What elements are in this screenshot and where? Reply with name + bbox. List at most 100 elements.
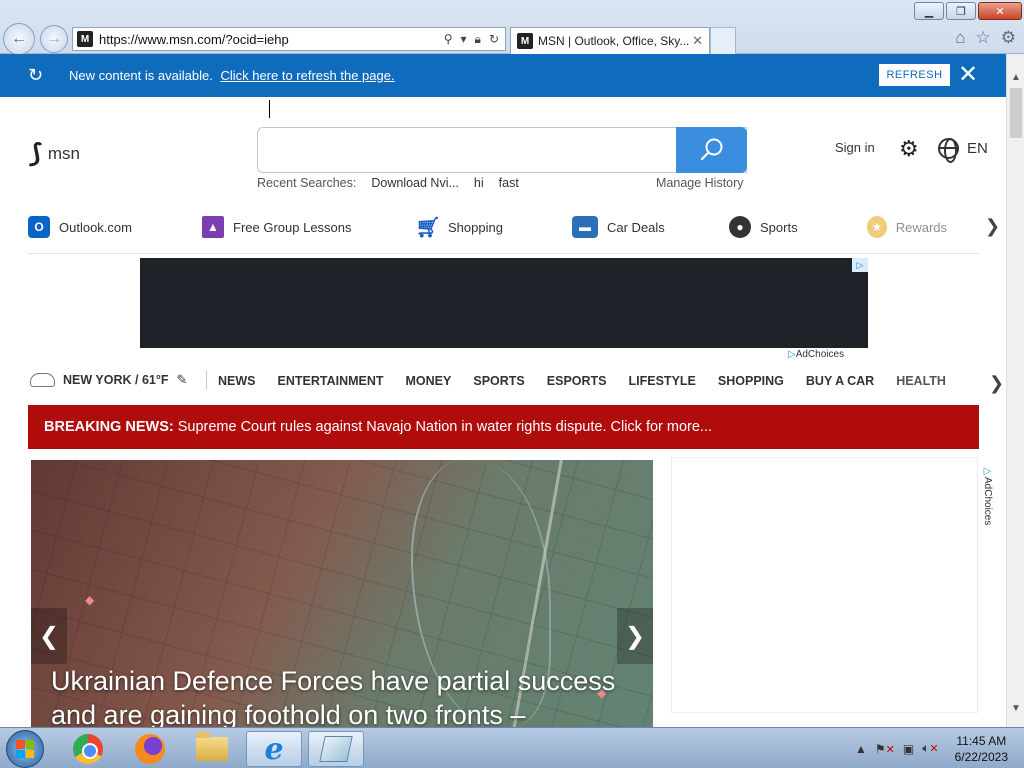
scroll-up-icon[interactable]: ▲ bbox=[1007, 68, 1024, 86]
side-ad-panel[interactable] bbox=[671, 457, 978, 713]
refresh-page-link[interactable]: Click here to refresh the page. bbox=[220, 68, 394, 83]
taskbar-internet-explorer[interactable]: e bbox=[246, 731, 302, 767]
quick-link-free-group-lessons[interactable]: ▲ Free Group Lessons bbox=[202, 216, 417, 238]
edit-pencil-icon[interactable]: ✎ bbox=[176, 372, 187, 388]
weather-widget[interactable]: NEW YORK / 61°F ✎ bbox=[30, 372, 187, 388]
nav-health[interactable]: HEALTH bbox=[896, 374, 946, 388]
breaking-news-label: BREAKING NEWS: bbox=[44, 419, 174, 435]
adchoices-link[interactable]: ▷AdChoices bbox=[788, 349, 844, 360]
nav-lifestyle[interactable]: LIFESTYLE bbox=[629, 374, 696, 388]
quick-link-label: Car Deals bbox=[607, 219, 665, 235]
trophy-icon: ★ bbox=[867, 216, 887, 238]
search-button[interactable] bbox=[676, 127, 747, 173]
flag-icon[interactable]: ⚑✕ bbox=[875, 742, 895, 756]
chrome-icon bbox=[73, 734, 103, 764]
hero-headline[interactable]: Ukrainian Defence Forces have partial su… bbox=[51, 664, 641, 727]
adchoices-badge-icon[interactable]: ▷ bbox=[852, 258, 868, 272]
quick-link-car-deals[interactable]: ▬ Car Deals bbox=[572, 216, 729, 238]
adchoices-icon: ▷ bbox=[982, 466, 993, 477]
adchoices-link[interactable]: ▷AdChoices bbox=[982, 466, 993, 525]
nav-entertainment[interactable]: ENTERTAINMENT bbox=[278, 374, 384, 388]
language-code: EN bbox=[967, 140, 988, 157]
windows-taskbar: e ▲ ⚑✕ ▣ 🔈︎✕ 11:45 AM 6/22/2023 bbox=[0, 727, 1024, 768]
taskbar-firefox[interactable] bbox=[122, 731, 178, 767]
back-button[interactable]: ← bbox=[3, 23, 35, 55]
quick-link-shopping[interactable]: 🛒︎ Shopping bbox=[415, 216, 572, 239]
settings-gear-icon[interactable]: ⚙ bbox=[899, 136, 919, 162]
close-icon[interactable]: ✕ bbox=[958, 60, 978, 89]
show-hidden-icons-icon[interactable]: ▲ bbox=[855, 742, 867, 756]
taskbar-file-explorer[interactable] bbox=[184, 731, 240, 767]
nav-buy-a-car[interactable]: BUY A CAR bbox=[806, 374, 874, 388]
quick-link-sports[interactable]: ● Sports bbox=[729, 216, 867, 238]
lock-icon[interactable]: 🔒︎ bbox=[475, 32, 481, 47]
windows-logo-icon bbox=[16, 740, 34, 758]
manage-history-link[interactable]: Manage History bbox=[656, 176, 744, 190]
nav-shopping[interactable]: SHOPPING bbox=[718, 374, 784, 388]
taskbar-notes[interactable] bbox=[308, 731, 364, 767]
recent-search-item[interactable]: Download Nvi... bbox=[371, 176, 459, 190]
chevron-right-icon[interactable]: ❯ bbox=[985, 216, 1000, 237]
search-icon[interactable]: ⚲ bbox=[444, 32, 453, 47]
msn-logo[interactable]: ⟆ msn bbox=[27, 138, 80, 169]
hero-carousel[interactable]: ◆ ◆ ❮ ❯ Ukrainian Defence Forces have pa… bbox=[31, 460, 653, 727]
volume-muted-icon[interactable]: 🔈︎✕ bbox=[922, 741, 938, 756]
msn-favicon-icon: M bbox=[517, 33, 533, 49]
quick-link-outlook[interactable]: O Outlook.com bbox=[28, 216, 202, 238]
adchoices-icon: ▷ bbox=[788, 349, 796, 360]
nav-news[interactable]: NEWS bbox=[218, 374, 256, 388]
divider bbox=[28, 253, 979, 254]
quick-link-rewards[interactable]: ★ Rewards bbox=[867, 216, 947, 238]
adchoices-text: AdChoices bbox=[982, 477, 993, 526]
refresh-message-text: New content is available. bbox=[69, 68, 213, 83]
home-icon[interactable]: ⌂ bbox=[955, 28, 965, 48]
cloud-icon bbox=[30, 373, 55, 387]
browser-tab-msn[interactable]: M MSN | Outlook, Office, Sky... ✕ bbox=[510, 27, 710, 54]
scroll-down-icon[interactable]: ▼ bbox=[1007, 699, 1024, 717]
browser-tools: ⌂ ☆ ⚙ bbox=[955, 28, 1016, 48]
recent-searches: Recent Searches: Download Nvi... hi fast bbox=[257, 176, 519, 190]
chevron-right-icon[interactable]: ❯ bbox=[989, 373, 1004, 394]
scrollbar-thumb[interactable] bbox=[1010, 88, 1022, 138]
refresh-message: New content is available. Click here to … bbox=[69, 68, 395, 83]
vertical-scrollbar[interactable]: ▲ ▼ bbox=[1006, 54, 1024, 727]
address-url[interactable]: https://www.msn.com/?ocid=iehp bbox=[99, 32, 444, 47]
quick-link-label: Shopping bbox=[448, 219, 503, 235]
carousel-next-button[interactable]: ❯ bbox=[617, 608, 653, 664]
breaking-news-text: Supreme Court rules against Navajo Natio… bbox=[177, 419, 713, 435]
back-arrow-icon: ← bbox=[11, 30, 27, 47]
favorites-star-icon[interactable]: ☆ bbox=[976, 28, 991, 48]
clock[interactable]: 11:45 AM 6/22/2023 bbox=[955, 733, 1008, 765]
minimize-button[interactable]: ▁ bbox=[914, 2, 944, 20]
car-icon: ▬ bbox=[572, 216, 598, 238]
notes-icon bbox=[319, 736, 353, 762]
forward-button[interactable]: → bbox=[40, 25, 68, 53]
recent-search-item[interactable]: hi bbox=[474, 176, 484, 190]
breaking-news-banner[interactable]: BREAKING NEWS: Supreme Court rules again… bbox=[28, 405, 979, 449]
refresh-icon[interactable]: ↻ bbox=[489, 32, 499, 47]
tab-close-icon[interactable]: ✕ bbox=[692, 33, 703, 49]
address-bar[interactable]: M https://www.msn.com/?ocid=iehp ⚲ ▾ 🔒︎ … bbox=[72, 27, 506, 51]
dropdown-icon[interactable]: ▾ bbox=[461, 32, 467, 47]
weather-text: NEW YORK / 61°F bbox=[63, 373, 169, 387]
quick-link-label: Sports bbox=[760, 219, 798, 235]
new-tab-button[interactable] bbox=[710, 27, 736, 54]
nav-sports[interactable]: SPORTS bbox=[473, 374, 524, 388]
ad-banner[interactable]: ▷ bbox=[140, 258, 868, 348]
nav-esports[interactable]: ESPORTS bbox=[547, 374, 607, 388]
carousel-prev-button[interactable]: ❮ bbox=[31, 608, 67, 664]
nav-money[interactable]: MONEY bbox=[406, 374, 452, 388]
recent-search-item[interactable]: fast bbox=[499, 176, 519, 190]
start-button[interactable] bbox=[6, 730, 44, 768]
refresh-button[interactable]: REFRESH bbox=[879, 64, 950, 86]
sign-in-link[interactable]: Sign in bbox=[835, 140, 875, 155]
close-window-button[interactable]: ✕ bbox=[978, 2, 1022, 20]
search-input[interactable] bbox=[257, 127, 747, 173]
internet-explorer-icon: e bbox=[264, 731, 284, 767]
settings-gear-icon[interactable]: ⚙ bbox=[1001, 28, 1016, 48]
restore-button[interactable]: ❐ bbox=[946, 2, 976, 20]
language-selector[interactable]: EN bbox=[938, 138, 988, 163]
network-icon[interactable]: ▣ bbox=[903, 742, 914, 756]
taskbar-chrome[interactable] bbox=[60, 731, 116, 767]
text-cursor bbox=[269, 100, 270, 118]
